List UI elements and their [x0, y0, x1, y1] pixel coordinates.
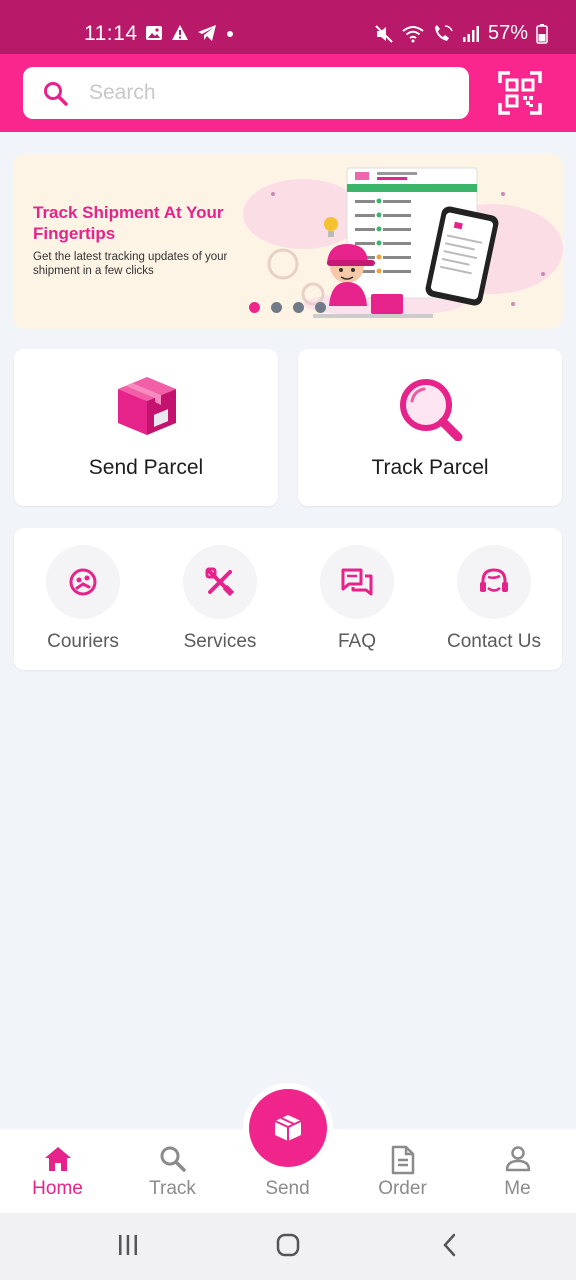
- nav-label: Home: [32, 1178, 83, 1199]
- send-parcel-label: Send Parcel: [88, 456, 204, 479]
- headset-icon: [480, 568, 508, 592]
- battery-percent: 57%: [487, 22, 528, 44]
- carousel-dot[interactable]: [271, 302, 282, 313]
- status-time: 11:14: [84, 22, 138, 45]
- nav-home[interactable]: Home: [0, 1129, 115, 1213]
- shortcut-faq[interactable]: FAQ: [297, 545, 417, 660]
- courier-icon: [69, 568, 97, 596]
- track-parcel-card[interactable]: Track Parcel: [298, 349, 562, 506]
- promo-banner[interactable]: Track Shipment At Your Fingertips Get th…: [13, 154, 563, 329]
- nav-label: Order: [378, 1178, 427, 1199]
- nav-track[interactable]: Track: [115, 1129, 230, 1213]
- chat-icon: [341, 568, 373, 596]
- track-parcel-label: Track Parcel: [371, 456, 489, 479]
- banner-title: Track Shipment At Your Fingertips: [33, 203, 224, 243]
- recent-apps-icon[interactable]: [116, 1233, 140, 1257]
- shortcut-label: Couriers: [47, 631, 119, 652]
- back-icon[interactable]: [440, 1233, 460, 1257]
- carousel-dot[interactable]: [293, 302, 304, 313]
- tools-icon: [205, 567, 235, 597]
- carousel-dot[interactable]: [249, 302, 260, 313]
- nav-me[interactable]: Me: [460, 1129, 575, 1213]
- carousel-dot[interactable]: [315, 302, 326, 313]
- mute-icon: [375, 24, 393, 43]
- user-icon: [505, 1146, 530, 1172]
- search-icon: [160, 1146, 186, 1172]
- wifi-icon: [402, 25, 424, 42]
- signal-icon: [462, 25, 479, 42]
- qr-scan-icon[interactable]: [498, 71, 542, 115]
- system-nav-bar: [0, 1213, 576, 1280]
- telegram-icon: [198, 25, 216, 41]
- app-header: [0, 54, 576, 132]
- shortcut-services[interactable]: Services: [160, 545, 280, 660]
- nav-label: Track: [149, 1178, 196, 1199]
- shortcut-contact-us[interactable]: Contact Us: [434, 545, 554, 660]
- search-icon: [44, 82, 68, 106]
- search-input[interactable]: [89, 75, 449, 111]
- shortcut-label: Contact Us: [447, 631, 541, 652]
- box-icon: [274, 1115, 302, 1141]
- battery-icon: [536, 23, 548, 44]
- magnifier-icon: [400, 379, 463, 441]
- image-icon: [146, 26, 162, 40]
- dot-icon: [227, 31, 233, 37]
- home-icon: [44, 1147, 71, 1171]
- carousel-dots: [249, 302, 326, 313]
- shortcut-couriers[interactable]: Couriers: [23, 545, 143, 660]
- status-bar: 11:14 57%: [0, 0, 576, 54]
- search-bar[interactable]: [23, 67, 469, 119]
- wifi-call-icon: [434, 24, 453, 41]
- nav-label: Send: [265, 1178, 310, 1199]
- shortcut-label: Services: [183, 631, 257, 652]
- banner-subtitle: Get the latest tracking updates of your …: [33, 251, 228, 277]
- send-fab-button[interactable]: [249, 1089, 327, 1167]
- warning-icon: [172, 25, 188, 40]
- home-button-icon[interactable]: [276, 1233, 300, 1257]
- document-icon: [391, 1145, 414, 1175]
- shortcuts-panel: Couriers Services FAQ Contact Us: [14, 528, 562, 670]
- shortcut-label: FAQ: [337, 631, 376, 652]
- nav-order[interactable]: Order: [345, 1129, 460, 1213]
- parcel-box-icon: [118, 377, 176, 435]
- nav-label: Me: [504, 1178, 531, 1199]
- send-parcel-card[interactable]: Send Parcel: [14, 349, 278, 506]
